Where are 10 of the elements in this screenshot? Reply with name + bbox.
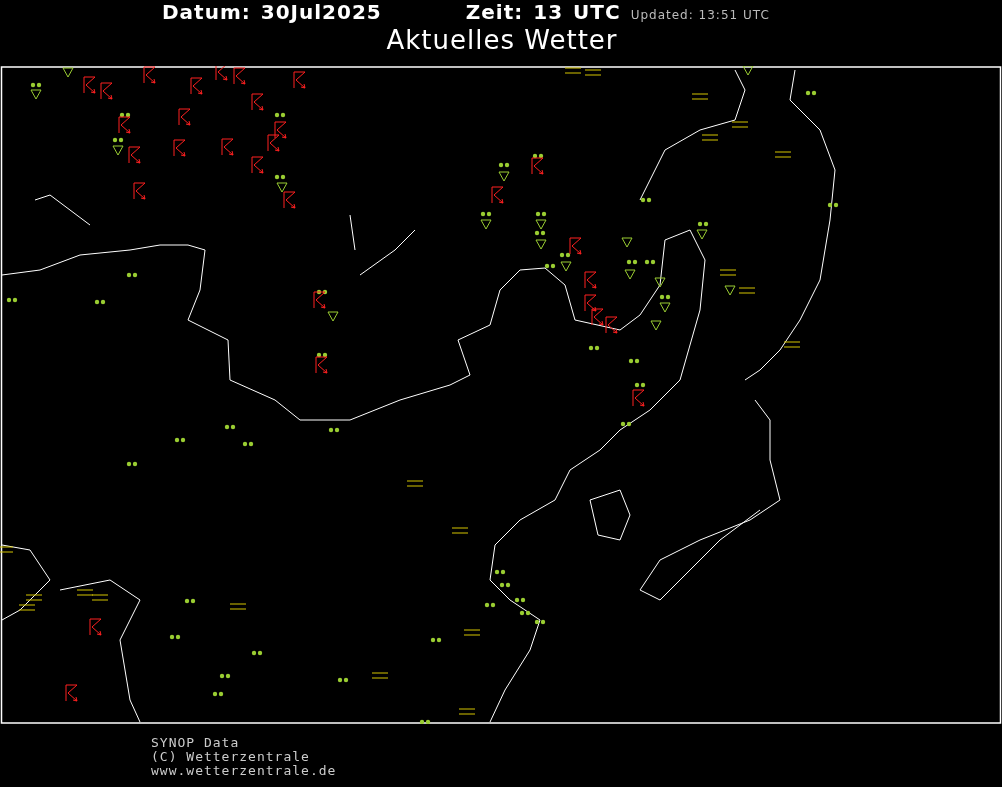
map-title: Aktuelles Wetter [386, 25, 618, 55]
time-unit: UTC [573, 0, 621, 24]
time-value: 13 [533, 0, 564, 24]
time-label: Zeit: [465, 0, 524, 24]
credit-text: (C) Wetterzentrale [151, 750, 311, 764]
credit-text: www.wetterzentrale.de [151, 764, 338, 778]
updated-time: Updated: 13:51 UTC [630, 8, 770, 22]
date-label: Datum: [162, 0, 251, 24]
date-value: 30Jul2025 [260, 0, 382, 24]
credit-text: SYNOP Data [151, 736, 241, 750]
